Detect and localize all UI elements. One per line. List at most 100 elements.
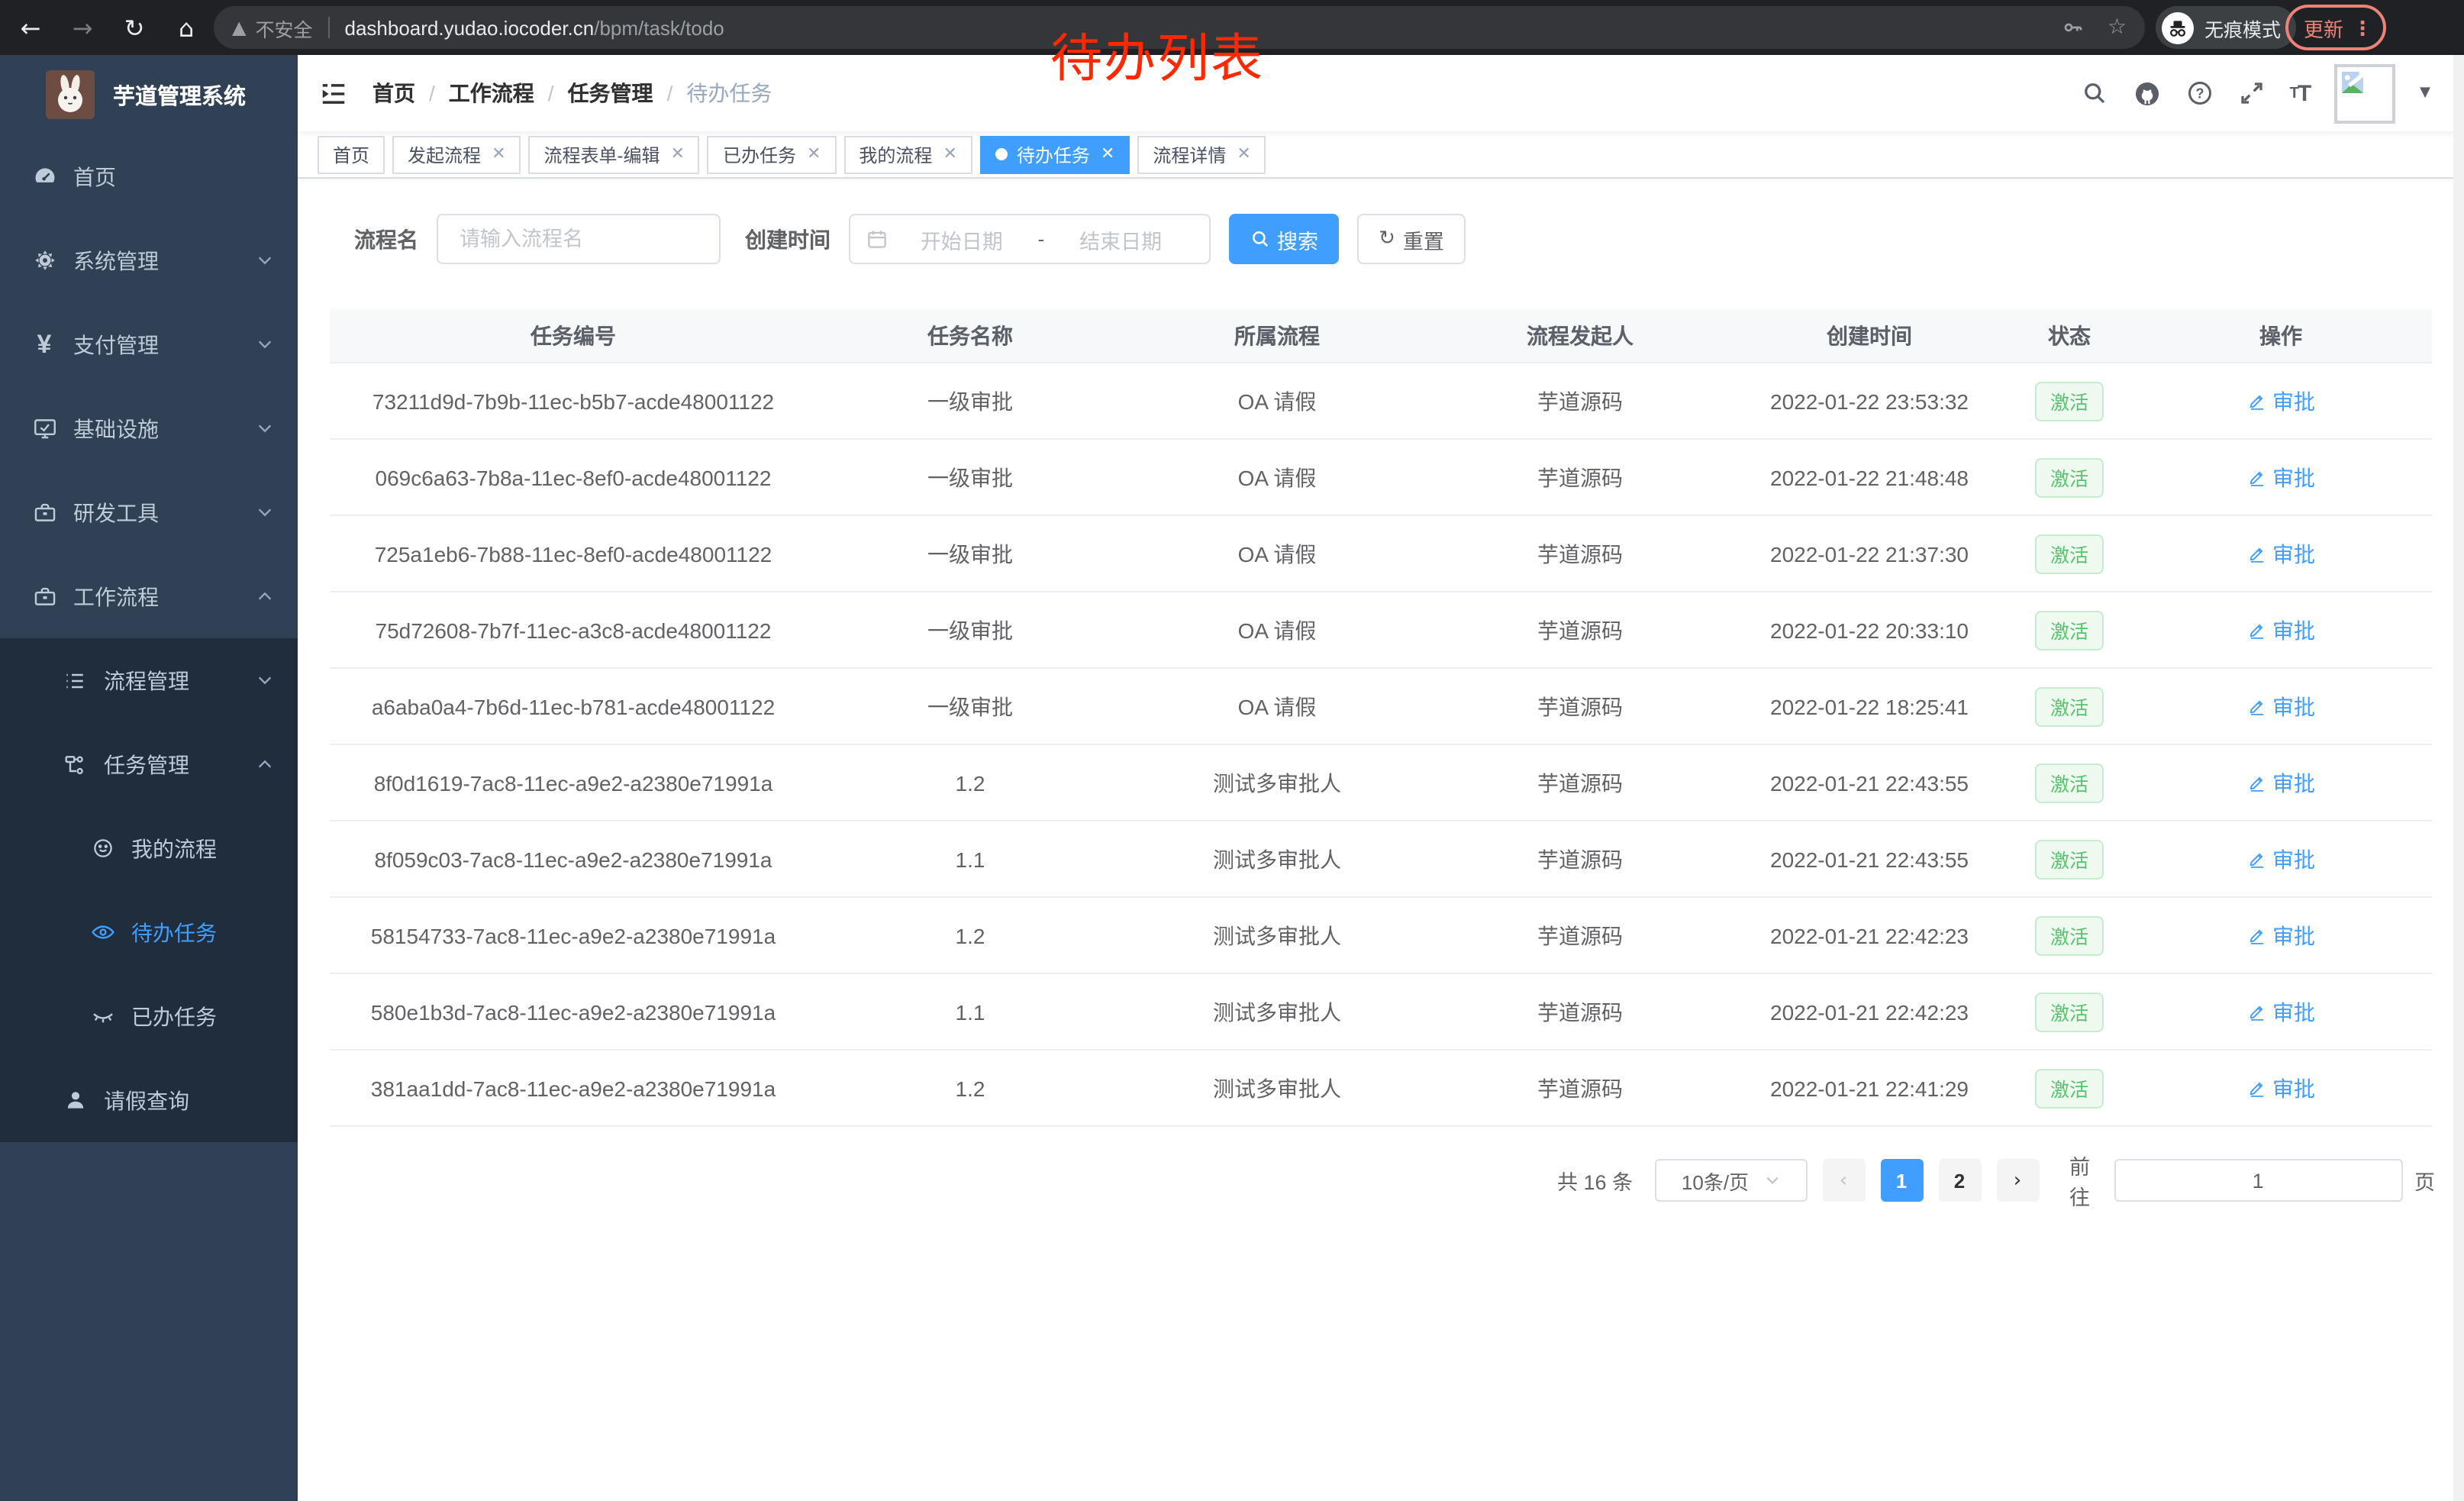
process-cell: OA 请假 — [1124, 592, 1430, 667]
close-icon[interactable]: ✕ — [1101, 146, 1114, 163]
sidebar-toggle-icon[interactable] — [319, 79, 348, 108]
starter-cell: 芋道源码 — [1430, 822, 1730, 896]
back-icon[interactable]: ← — [9, 6, 52, 49]
sidebar-item-workflow[interactable]: 工作流程 — [0, 554, 298, 638]
sidebar-item-leave-query[interactable]: 请假查询 — [0, 1058, 298, 1142]
tab-done-tasks[interactable]: 已办任务✕ — [708, 135, 836, 173]
close-icon[interactable]: ✕ — [1237, 146, 1250, 163]
help-icon[interactable]: ? — [2186, 79, 2214, 107]
tab-start-process[interactable]: 发起流程✕ — [392, 135, 521, 173]
status-badge: 激活 — [2035, 457, 2104, 497]
tab-form-edit[interactable]: 流程表单-编辑✕ — [529, 135, 700, 173]
eye-closed-icon — [89, 1002, 116, 1030]
forward-icon[interactable]: → — [61, 6, 104, 49]
approve-link[interactable]: 审批 — [2246, 691, 2315, 721]
reset-button[interactable]: ↻ 重置 — [1357, 214, 1466, 264]
caret-down-icon[interactable]: ▼ — [2420, 86, 2430, 101]
fullscreen-icon[interactable] — [2238, 79, 2266, 107]
search-icon[interactable] — [2081, 79, 2108, 107]
next-page-button[interactable]: › — [1996, 1159, 2039, 1202]
task-name-cell: 一级审批 — [817, 592, 1124, 667]
tabs-bar: 首页 发起流程✕ 流程表单-编辑✕ 已办任务✕ 我的流程✕ 待办任务✕ 流程详情… — [298, 131, 2464, 179]
create-time-cell: 2022-01-22 21:37:30 — [1730, 516, 2009, 591]
flow-icon — [61, 750, 89, 778]
close-icon[interactable]: ✕ — [492, 146, 505, 163]
sidebar-item-home[interactable]: 首页 — [0, 134, 298, 218]
breadcrumb-current: 待办任务 — [686, 78, 772, 108]
task-name-cell: 1.2 — [817, 898, 1124, 973]
approve-link[interactable]: 审批 — [2246, 1073, 2315, 1103]
page-size-select[interactable]: 10条/页 — [1654, 1159, 1807, 1202]
close-icon[interactable]: ✕ — [671, 146, 685, 163]
task-name-cell: 一级审批 — [817, 363, 1124, 438]
home-icon[interactable]: ⌂ — [165, 6, 208, 49]
chevron-down-icon — [256, 504, 273, 521]
github-icon[interactable] — [2133, 79, 2162, 108]
prev-page-button[interactable]: ‹ — [1822, 1159, 1865, 1202]
process-cell: OA 请假 — [1124, 363, 1430, 438]
pagination: 共 16 条 10条/页 ‹ 1 2 › 前往 页 — [1557, 1159, 2435, 1202]
chevron-down-icon — [256, 252, 273, 269]
approve-link[interactable]: 审批 — [2246, 767, 2315, 798]
app-logo-row[interactable]: 芋道管理系统 — [0, 55, 298, 134]
page-scrollbar[interactable] — [2453, 55, 2464, 1501]
breadcrumb-home[interactable]: 首页 — [373, 78, 415, 108]
table-row: 8f059c03-7ac8-11ec-a9e2-a2380e71991a 1.1… — [330, 822, 2432, 898]
active-dot — [995, 148, 1008, 160]
app-title: 芋道管理系统 — [113, 79, 246, 111]
create-time-label: 创建时间 — [745, 214, 830, 264]
task-name-cell: 1.1 — [817, 822, 1124, 896]
approve-link[interactable]: 审批 — [2246, 615, 2315, 645]
approve-link[interactable]: 审批 — [2246, 462, 2315, 492]
sidebar-item-process-mgmt[interactable]: 流程管理 — [0, 638, 298, 722]
approve-link[interactable]: 审批 — [2246, 538, 2315, 569]
tab-todo-tasks[interactable]: 待办任务✕ — [980, 135, 1130, 173]
sidebar-item-task-mgmt[interactable]: 任务管理 — [0, 722, 298, 806]
col-create-time: 创建时间 — [1730, 308, 2009, 362]
tab-home[interactable]: 首页 — [318, 135, 385, 173]
date-range-picker[interactable]: 开始日期 - 结束日期 — [849, 214, 1211, 264]
sidebar-item-todo-tasks[interactable]: 待办任务 — [0, 890, 298, 974]
approve-link[interactable]: 审批 — [2246, 386, 2315, 416]
col-status: 状态 — [2009, 308, 2130, 362]
table-row: 73211d9d-7b9b-11ec-b5b7-acde48001122 一级审… — [330, 363, 2432, 440]
font-size-icon[interactable]: TT — [2290, 80, 2311, 106]
create-time-cell: 2022-01-22 20:33:10 — [1730, 592, 2009, 667]
starter-cell: 芋道源码 — [1430, 669, 1730, 744]
create-time-cell: 2022-01-21 22:42:23 — [1730, 898, 2009, 973]
sidebar-item-my-process[interactable]: 我的流程 — [0, 806, 298, 890]
tab-my-process[interactable]: 我的流程✕ — [843, 135, 972, 173]
close-icon[interactable]: ✕ — [943, 146, 956, 163]
search-button[interactable]: 搜索 — [1229, 214, 1339, 264]
sidebar-item-payment[interactable]: ¥ 支付管理 — [0, 302, 298, 386]
status-badge: 激活 — [2035, 686, 2104, 726]
tab-process-detail[interactable]: 流程详情✕ — [1137, 135, 1266, 173]
sidebar-item-system[interactable]: 系统管理 — [0, 218, 298, 302]
close-icon[interactable]: ✕ — [807, 146, 821, 163]
starter-cell: 芋道源码 — [1430, 898, 1730, 973]
incognito-icon — [2162, 11, 2194, 44]
security-label: 不安全 — [255, 13, 312, 42]
reload-icon[interactable]: ↻ — [113, 6, 156, 49]
breadcrumb-workflow[interactable]: 工作流程 — [449, 78, 534, 108]
sidebar-item-done-tasks[interactable]: 已办任务 — [0, 974, 298, 1058]
breadcrumb-task-mgmt[interactable]: 任务管理 — [568, 78, 653, 108]
page-button-2[interactable]: 2 — [1938, 1159, 1981, 1202]
update-button[interactable]: 更新 ⋮ — [2285, 5, 2386, 50]
process-name-input[interactable] — [437, 214, 721, 264]
approve-link[interactable]: 审批 — [2246, 844, 2315, 874]
approve-link[interactable]: 审批 — [2246, 920, 2315, 951]
process-cell: 测试多审批人 — [1124, 898, 1430, 973]
approve-link[interactable]: 审批 — [2246, 996, 2315, 1027]
sidebar-item-devtools[interactable]: 研发工具 — [0, 470, 298, 554]
task-id-cell: 75d72608-7b7f-11ec-a3c8-acde48001122 — [330, 592, 817, 667]
table-row: 75d72608-7b7f-11ec-a3c8-acde48001122 一级审… — [330, 592, 2432, 669]
bookmark-star-icon[interactable]: ☆ — [2108, 15, 2127, 40]
sidebar-item-infra[interactable]: 基础设施 — [0, 386, 298, 470]
list-tree-icon — [61, 667, 89, 694]
password-key-icon[interactable] — [2062, 15, 2086, 40]
page-button-1[interactable]: 1 — [1880, 1159, 1923, 1202]
goto-page-input[interactable] — [2114, 1159, 2402, 1202]
avatar[interactable] — [2334, 63, 2395, 123]
browser-menu-kebab-icon[interactable]: ⋮ — [2353, 18, 2372, 37]
